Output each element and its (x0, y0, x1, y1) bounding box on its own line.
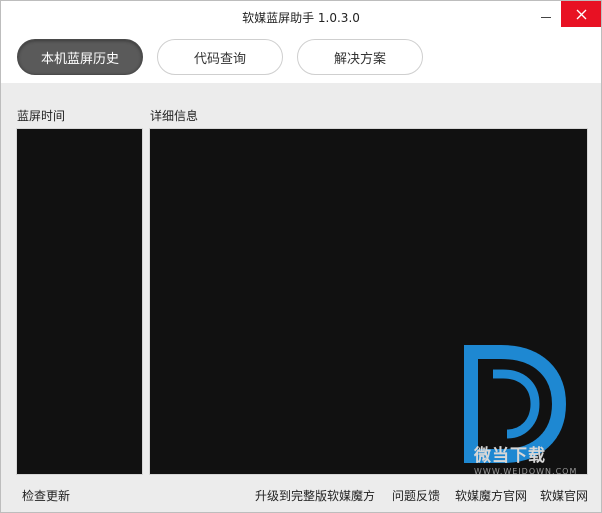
minimize-icon (541, 16, 551, 18)
details-label: 详细信息 (150, 109, 199, 123)
title-bar[interactable]: 软媒蓝屏助手 1.0.3.0 (1, 1, 601, 31)
tab-local-bsod-history[interactable]: 本机蓝屏历史 (17, 39, 143, 75)
close-button[interactable] (561, 1, 601, 27)
close-icon (576, 9, 586, 19)
ruanmei-site-link[interactable]: 软媒官网 (540, 487, 588, 504)
watermark-url: WWW.WEIDOWN.COM (474, 467, 578, 476)
upgrade-link[interactable]: 升级到完整版软媒魔方 (255, 487, 375, 504)
app-window: 软媒蓝屏助手 1.0.3.0 本机蓝屏历史 代码查询 解决方案 蓝屏时间 详细信… (0, 0, 602, 513)
bsod-time-label: 蓝屏时间 (17, 109, 66, 123)
tab-code-lookup[interactable]: 代码查询 (157, 39, 283, 75)
mofang-site-link[interactable]: 软媒魔方官网 (455, 487, 527, 504)
window-title: 软媒蓝屏助手 1.0.3.0 (242, 11, 360, 25)
tab-solutions[interactable]: 解决方案 (297, 39, 423, 75)
check-update-link[interactable]: 检查更新 (22, 487, 70, 504)
minimize-button[interactable] (529, 1, 563, 29)
feedback-link[interactable]: 问题反馈 (392, 487, 440, 504)
watermark-text: 微当下载 (474, 446, 546, 466)
bsod-time-list[interactable] (16, 128, 143, 475)
